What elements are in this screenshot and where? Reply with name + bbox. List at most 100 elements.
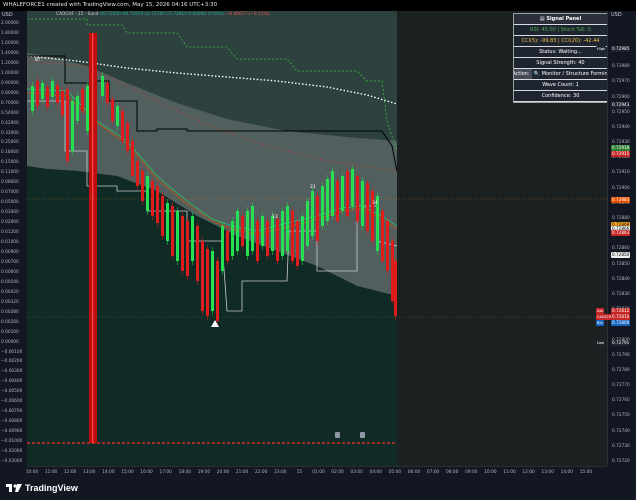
candle-body <box>236 211 239 251</box>
right-axis-tick: 0.72850 <box>612 261 630 267</box>
right-axis-tick: 0.72830 <box>612 291 630 297</box>
time-axis-tick: 08:00 <box>445 470 459 475</box>
candle-body <box>231 221 234 256</box>
price-tag: 0.72883 <box>611 197 631 203</box>
candle-body <box>346 171 349 216</box>
symbol-name: CADCHF · 15 · Sand <box>56 12 99 17</box>
candle-body <box>131 141 134 176</box>
left-axis-tick: 0.01000 <box>1 240 19 245</box>
candle-body <box>256 221 259 261</box>
price-tag: 0.72850 <box>611 252 631 258</box>
left-axis-tick: 0.00000 <box>1 339 19 345</box>
left-axis-tick: 0.00600 <box>1 269 19 275</box>
right-axis-tick: 0.72900 <box>612 185 630 191</box>
left-price-axis[interactable]: USD 2.00000 1.80000 1.60000 1.40000 1.20000 1… <box>0 11 28 466</box>
right-axis-tick: 0.72940 <box>612 124 630 130</box>
time-axis-tick: 14:00 <box>102 470 115 475</box>
candle-body <box>336 181 339 221</box>
tradingview-wordmark: TradingView <box>25 483 78 493</box>
left-axis-tick: 1.20000 <box>1 60 19 66</box>
tradingview-logo-icon <box>6 484 22 492</box>
status-row: Status: Waiting... <box>514 47 607 58</box>
symbol-legend[interactable]: CADCHF · 15 · Sand O0.72850 H0.72859 L0.… <box>56 12 269 17</box>
candle-body <box>76 96 79 121</box>
candle-body <box>331 171 334 216</box>
time-axis-tick: 04:00 <box>369 470 382 475</box>
wave-label-3: 13 <box>272 215 278 220</box>
footer: TradingView <box>0 477 636 500</box>
candle-body <box>126 123 129 151</box>
left-axis-tick: 0.08000 <box>1 180 19 186</box>
app-window: WHALEFORCE1 created with TradingView.com… <box>0 0 636 500</box>
candle-body <box>281 211 284 256</box>
left-axis-tick: 1.60000 <box>1 40 19 46</box>
right-axis-tick: 0.72880 <box>612 216 630 222</box>
candle-body <box>111 99 114 121</box>
left-axis-tick: 0.00540 <box>1 279 19 285</box>
price-tag: 0.72806 <box>611 320 631 326</box>
time-axis-tick: 16:00 <box>140 470 153 475</box>
chart-frame: USD 2.00000 1.80000 1.60000 1.40000 1.20000 1… <box>0 11 636 478</box>
signal-panel: ▤ Signal Panel RSI: 45.00 | Stoch %K: 0 … <box>513 13 608 103</box>
candle-body <box>86 86 89 131</box>
time-axis-tick: 15:00 <box>121 470 134 475</box>
left-axis-tick: 0.00700 <box>1 259 19 265</box>
left-axis-tick: −0.00600 <box>1 399 23 405</box>
candle-body <box>316 196 319 241</box>
candle-body <box>211 251 214 311</box>
time-axis-tick: 11:00 <box>503 470 516 475</box>
price-tag-label: Bid <box>596 320 604 326</box>
left-axis-tick: −0.00500 <box>1 389 23 395</box>
candle-body <box>266 221 269 256</box>
tradingview-logo[interactable]: TradingView <box>6 483 78 493</box>
candle-body <box>301 216 304 261</box>
event-flag-1[interactable] <box>335 432 340 438</box>
time-axis-tick: 11:00 <box>44 470 58 475</box>
candle-body <box>261 216 264 246</box>
candle-body <box>226 231 229 261</box>
event-flag-2[interactable] <box>360 432 365 438</box>
left-axis-tick: 1.80000 <box>1 30 19 36</box>
left-axis-tick: −0.03000 <box>1 459 23 464</box>
left-axis-tick: 0.00420 <box>1 289 19 295</box>
left-axis-tick: 0.05000 <box>1 200 19 206</box>
left-axis-tick: 0.00280 <box>1 309 19 315</box>
time-axis-tick: 15 <box>296 470 303 475</box>
candle-body <box>356 176 359 221</box>
time-axis-tick: 06:00 <box>407 470 421 475</box>
time-axis-tick: 15:00 <box>579 470 593 475</box>
candle-body <box>116 106 119 126</box>
time-axis-tick: 10:00 <box>484 470 497 475</box>
time-axis-tick: 22:00 <box>254 470 268 475</box>
candle-body <box>31 86 34 111</box>
time-axis-tick: 20:00 <box>216 470 230 475</box>
left-axis-tick: 0.03000 <box>1 210 19 216</box>
candle-body <box>394 261 397 316</box>
time-axis-tick: 14:00 <box>560 470 573 475</box>
time-axis-tick: 13:00 <box>83 470 96 475</box>
candle-body <box>306 201 309 246</box>
right-price-axis[interactable]: USD 0.729900.729800.729700.729600.729500… <box>596 11 636 466</box>
candle-body <box>81 89 84 111</box>
candle-body <box>51 81 54 97</box>
candle-body <box>241 216 244 246</box>
left-axis-tick: 0.02000 <box>1 220 19 226</box>
snapshot-caption: WHALEFORCE1 created with TradingView.com… <box>0 0 636 11</box>
change-value: −0.00077 (−0.11%) <box>225 12 270 17</box>
right-axis-tick: 0.72720 <box>612 459 630 464</box>
time-axis-tick: 19:00 <box>197 470 211 475</box>
left-axis-tick: 0.33000 <box>1 130 19 136</box>
candle-body <box>311 191 314 236</box>
candle-body <box>291 211 294 261</box>
ohlc-values: O0.72850 H0.72859 L0.72785 C0.72810 0.00… <box>99 12 225 17</box>
wave-label-1: 8? <box>35 58 41 63</box>
left-axis-tick: 0.15000 <box>1 160 19 166</box>
right-axis-tick: 0.72950 <box>612 109 630 115</box>
candle-body <box>276 219 279 261</box>
candle-body <box>216 261 219 321</box>
left-axis-tick: −0.00200 <box>1 359 23 365</box>
left-axis-tick: −0.00700 <box>1 409 23 415</box>
right-axis-tick: 0.72980 <box>612 64 630 70</box>
left-axis-tick: 0.00320 <box>1 299 19 305</box>
time-axis-tick: 13:00 <box>541 470 554 475</box>
